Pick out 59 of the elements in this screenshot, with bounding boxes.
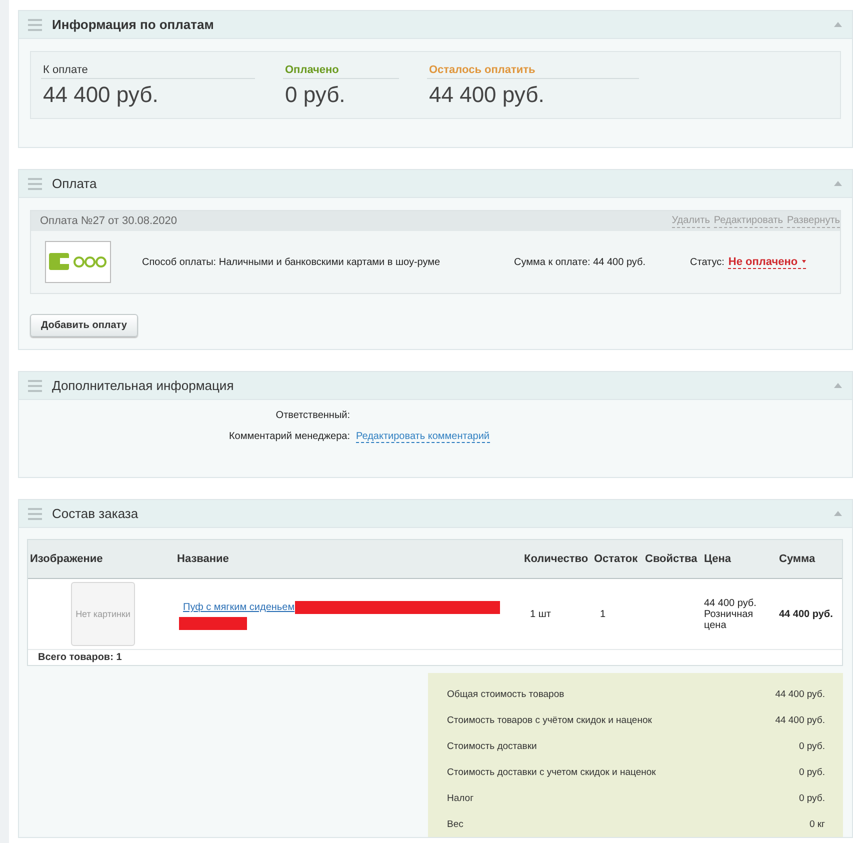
drag-handle-icon[interactable] xyxy=(28,18,42,30)
column-header: Свойства xyxy=(645,540,704,578)
summary-label: Осталось оплатить xyxy=(427,64,639,79)
column-header: Количество xyxy=(524,540,594,578)
summary-label: Оплачено xyxy=(283,64,399,79)
no-image-text: Нет картинки xyxy=(76,609,130,619)
field-label: Комментарий менеджера: xyxy=(228,431,350,442)
edit-comment-link[interactable]: Редактировать комментарий xyxy=(356,431,490,443)
total-label: Стоимость доставки с учетом скидок и наценок xyxy=(447,766,656,778)
column-header: Сумма xyxy=(779,540,842,578)
panel-title: Оплата xyxy=(52,176,98,191)
total-value: 0 руб. xyxy=(798,766,825,778)
column-header: Название xyxy=(177,540,524,578)
summary-value: 44 400 руб. xyxy=(428,81,546,108)
drag-handle-icon[interactable] xyxy=(28,178,42,190)
add-payment-button[interactable]: Добавить оплату xyxy=(30,314,138,337)
collapse-icon[interactable] xyxy=(834,181,842,186)
collapse-icon[interactable] xyxy=(834,511,842,516)
total-value: 0 руб. xyxy=(798,792,825,804)
status-label: Статус: xyxy=(690,256,724,268)
drag-handle-icon[interactable] xyxy=(28,380,42,392)
total-label: Вес xyxy=(447,818,464,830)
column-header: Изображение xyxy=(28,540,177,578)
total-value: 0 кг xyxy=(809,818,825,830)
summary-value: 0 руб. xyxy=(284,81,346,108)
wallet-coins-icon xyxy=(45,241,111,283)
total-label: Общая стоимость товаров xyxy=(447,688,564,700)
panel-title: Информация по оплатам xyxy=(52,17,215,32)
field-label: Ответственный: xyxy=(274,410,350,421)
column-header: Остаток xyxy=(594,540,645,578)
total-items: Всего товаров: 1 xyxy=(38,652,122,663)
total-value: 0 руб. xyxy=(798,740,825,752)
table-cell-text: 44 400 руб. xyxy=(704,598,758,608)
total-label: Налог xyxy=(447,792,474,804)
action-link[interactable]: Редактировать xyxy=(714,214,783,228)
payment-title: Оплата №27 от 30.08.2020 xyxy=(40,215,178,227)
action-link[interactable]: Развернуть xyxy=(786,214,840,228)
status-dropdown[interactable]: Не оплачено xyxy=(728,256,806,268)
total-value: 44 400 руб. xyxy=(775,714,825,726)
column-header: Цена xyxy=(704,540,779,578)
total-value: 44 400 руб. xyxy=(775,688,825,700)
summary-value: 44 400 руб. xyxy=(42,81,160,108)
table-cell: 1 xyxy=(600,608,606,620)
summary-label: К оплате xyxy=(41,64,255,79)
price-type: Розничная цена xyxy=(704,608,754,630)
payment-amount: Сумма к оплате: 44 400 руб. xyxy=(514,256,647,268)
collapse-icon[interactable] xyxy=(834,383,842,388)
table-cell: 1 шт xyxy=(530,608,551,620)
redaction-bar xyxy=(179,617,247,630)
panel-title: Дополнительная информация xyxy=(52,378,235,393)
drag-handle-icon[interactable] xyxy=(28,508,42,520)
panel-title: Состав заказа xyxy=(52,506,140,521)
total-label: Стоимость товаров с учётом скидок и наценок xyxy=(447,714,652,726)
action-link[interactable]: Удалить xyxy=(672,214,710,228)
table-cell: 44 400 руб. xyxy=(779,608,833,620)
product-link[interactable]: Пуф с мягким сиденьем xyxy=(183,602,295,613)
payment-method: Способ оплаты: Наличными и банковскими картами в шоу-руме xyxy=(142,256,442,268)
total-label: Стоимость доставки xyxy=(447,740,537,752)
collapse-icon[interactable] xyxy=(834,22,842,27)
